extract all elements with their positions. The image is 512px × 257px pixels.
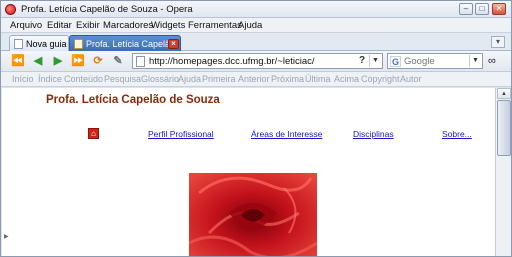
- tab-menu-icon[interactable]: ▾: [491, 36, 505, 48]
- navigation-links-bar: Início Índice Conteúdo Pesquisa Glossári…: [1, 72, 511, 87]
- rose-image: [189, 173, 317, 256]
- menu-ajuda[interactable]: Ajuda: [238, 20, 262, 31]
- menu-editar[interactable]: Editar: [47, 20, 72, 31]
- minimize-button[interactable]: –: [459, 3, 473, 15]
- maximize-button[interactable]: □: [475, 3, 489, 15]
- nav-inicio[interactable]: Início: [12, 74, 34, 84]
- tab-label: Nova guia: [26, 39, 67, 49]
- page-icon: [136, 56, 145, 67]
- nav-pesquisa[interactable]: Pesquisa: [104, 74, 141, 84]
- title-bar: Profa. Letícia Capelão de Souza - Opera …: [1, 1, 511, 18]
- nav-anterior[interactable]: Anterior: [238, 74, 270, 84]
- side-panel-arrow-icon[interactable]: ▶: [4, 233, 9, 240]
- nav-ajuda[interactable]: Ajuda: [178, 74, 201, 84]
- tab-leticia[interactable]: Profa. Letícia Capelão ... ×: [69, 35, 181, 51]
- menu-ferramentas[interactable]: Ferramentas: [188, 20, 242, 31]
- nav-ultima[interactable]: Última: [305, 74, 331, 84]
- menu-exibir[interactable]: Exibir: [76, 20, 100, 31]
- nav-autor[interactable]: Autor: [400, 74, 422, 84]
- nav-proxima[interactable]: Próxima: [271, 74, 304, 84]
- opera-icon: [5, 4, 16, 15]
- back-icon[interactable]: ◀: [30, 54, 46, 69]
- close-window-button[interactable]: ✕: [492, 3, 506, 15]
- tab-label: Profa. Letícia Capelão ...: [86, 39, 181, 49]
- google-icon[interactable]: G: [390, 56, 401, 67]
- navigation-toolbar: ⏪ ◀ ▶ ⏩ ⟳ ✎ ? ▼ G ▼ ∞: [1, 51, 511, 72]
- vertical-scrollbar[interactable]: ▲: [495, 88, 511, 256]
- tab-bar: Nova guia Profa. Letícia Capelão ... × ▾: [1, 33, 511, 51]
- link-disciplinas[interactable]: Disciplinas: [353, 129, 394, 139]
- menu-bar: Arquivo Editar Exibir Marcadores Widgets…: [1, 18, 511, 33]
- link-sobre[interactable]: Sobre...: [442, 129, 472, 139]
- tab-nova-guia[interactable]: Nova guia: [9, 35, 69, 51]
- browser-window: Profa. Letícia Capelão de Souza - Opera …: [0, 0, 512, 257]
- scroll-up-icon[interactable]: ▲: [497, 88, 511, 99]
- home-icon[interactable]: ⌂: [88, 128, 99, 139]
- nav-indice[interactable]: Índice: [38, 74, 62, 84]
- nav-primeira[interactable]: Primeira: [202, 74, 236, 84]
- address-dropdown-icon[interactable]: ▼: [369, 55, 381, 67]
- address-bar[interactable]: ? ▼: [132, 53, 383, 69]
- reload-icon[interactable]: ⟳: [90, 54, 106, 69]
- edit-pen-icon[interactable]: ✎: [110, 54, 126, 69]
- nav-copyright[interactable]: Copyright: [361, 74, 400, 84]
- link-perfil-profissional[interactable]: Perfil Profissional: [148, 129, 214, 139]
- search-box[interactable]: G ▼: [387, 53, 483, 69]
- fast-forward-icon[interactable]: ⏩: [70, 54, 86, 69]
- tab-close-icon[interactable]: ×: [168, 39, 179, 49]
- menu-marcadores[interactable]: Marcadores: [103, 20, 153, 31]
- page-title: Profa. Letícia Capelão de Souza: [46, 94, 220, 106]
- scroll-thumb[interactable]: [497, 100, 511, 156]
- nav-glossario[interactable]: Glossário: [141, 74, 179, 84]
- menu-widgets[interactable]: Widgets: [151, 20, 185, 31]
- page-icon: [74, 39, 83, 49]
- page-icon: [14, 39, 23, 49]
- forward-icon[interactable]: ▶: [50, 54, 66, 69]
- menu-arquivo[interactable]: Arquivo: [10, 20, 42, 31]
- site-info-icon[interactable]: ?: [356, 55, 368, 67]
- search-input[interactable]: [404, 55, 468, 67]
- rewind-icon[interactable]: ⏪: [10, 54, 26, 69]
- nav-conteudo[interactable]: Conteúdo: [64, 74, 103, 84]
- link-areas-de-interesse[interactable]: Áreas de Interesse: [251, 129, 322, 139]
- search-dropdown-icon[interactable]: ▼: [469, 55, 481, 67]
- nav-acima[interactable]: Acima: [334, 74, 359, 84]
- glasses-icon[interactable]: ∞: [488, 56, 506, 67]
- window-title: Profa. Letícia Capelão de Souza - Opera: [21, 4, 193, 15]
- address-input[interactable]: [149, 55, 354, 67]
- page-viewport: ▶ Profa. Letícia Capelão de Souza ⌂ Perf…: [2, 88, 495, 256]
